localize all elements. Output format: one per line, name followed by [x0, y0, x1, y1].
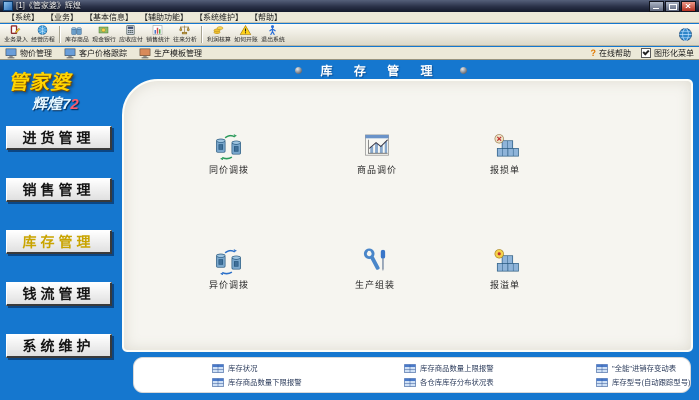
menu-bar: 【系统】 【业务】 【基本信息】 【辅助功能】 【系统维护】 【帮助】 [0, 12, 699, 23]
toolbar-right-area [678, 24, 697, 45]
toolbar-how-to-open-accounts[interactable]: 如何开账 [232, 24, 259, 45]
toolbar-business-entry[interactable]: 业务录入 [2, 24, 29, 45]
price-chart-icon [361, 133, 393, 160]
title-bar: [1]《管家婆》辉煌 [0, 0, 699, 12]
loss-boxes-icon [489, 133, 521, 160]
menu-system-maintenance[interactable]: 【系统维护】 [193, 12, 245, 23]
secondary-toolbar-right: ? 在线帮助 图形化菜单 [591, 48, 695, 59]
bar-chart-icon [151, 24, 164, 36]
toolbar-receivables-payables[interactable]: 应收应付 [117, 24, 144, 45]
maximize-button[interactable] [665, 1, 680, 12]
toolbar-contacts-analysis[interactable]: 往来分析 [171, 24, 198, 45]
monitor-icon [64, 48, 76, 59]
window-controls [649, 1, 696, 12]
brand-logo-version: 辉煌72 [32, 93, 79, 114]
sidebar-item-maintenance[interactable]: 系统维护 [6, 334, 112, 358]
transfer-barrels-icon [213, 248, 245, 275]
sidebar-item-cashflow[interactable]: 钱流管理 [6, 282, 112, 306]
page-title: 库 存 管 理 [320, 62, 441, 79]
monitor-icon [139, 48, 151, 59]
link-lower-limit-alarm[interactable]: 库存商品数量下限报警 [212, 377, 404, 388]
menu-production-assembly[interactable]: 生产组装 [327, 248, 423, 291]
toolbar-exit-system[interactable]: 退出系统 [259, 24, 286, 45]
app-window: [1]《管家婆》辉煌 【系统】 【业务】 【基本信息】 【辅助功能】 【系统维护… [0, 0, 699, 400]
coins-icon [212, 24, 225, 36]
link-inventory-model[interactable]: 库存型号(自动跟踪型号) [596, 377, 697, 388]
barrels-icon [70, 24, 83, 36]
checkbox-checked-icon[interactable] [641, 48, 651, 58]
globe-icon[interactable] [678, 27, 693, 42]
toolbar-separator [59, 26, 60, 43]
menu-system[interactable]: 【系统】 [5, 12, 41, 23]
link-allround-change-table[interactable]: "全能"进销存变动表 [596, 363, 697, 374]
monitor-icon [5, 48, 17, 59]
scales-icon [178, 24, 191, 36]
graphic-menu-toggle[interactable]: 图形化菜单 [641, 48, 694, 59]
menu-loss-report[interactable]: 报损单 [457, 133, 553, 176]
overflow-boxes-icon [489, 248, 521, 275]
menu-diff-price-transfer[interactable]: 异价调拨 [181, 248, 277, 291]
table-icon [596, 378, 608, 387]
link-inventory-status[interactable]: 库存状况 [212, 363, 404, 374]
main-area: 库 存 管 理 管家婆 辉煌72 进货管理 销售管理 库存管理 钱流管理 系统维… [0, 60, 699, 400]
brand-logo: 管家婆 [8, 66, 71, 95]
toolbar-customer-price-tracking[interactable]: 客户价格跟踪 [64, 48, 127, 59]
link-upper-limit-alarm[interactable]: 库存商品数量上限报警 [404, 363, 596, 374]
exit-person-icon [266, 24, 279, 36]
toolbar-cash-bank[interactable]: 现金银行 [90, 24, 117, 45]
minimize-button[interactable] [649, 1, 664, 12]
sidebar-item-purchase[interactable]: 进货管理 [6, 126, 112, 150]
menu-basic-info[interactable]: 【基本信息】 [83, 12, 135, 23]
app-icon [3, 1, 13, 11]
secondary-toolbar: 物价管理 客户价格跟踪 生产模板管理 ? 在线帮助 图形化菜单 [0, 47, 699, 60]
window-title: [1]《管家婆》辉煌 [16, 2, 81, 10]
sidebar-item-sales[interactable]: 销售管理 [6, 178, 112, 202]
toolbar-sales-statistics[interactable]: 销售统计 [144, 24, 171, 45]
tools-icon [359, 248, 391, 275]
link-warehouse-distribution[interactable]: 各仓库库存分布状况表 [404, 377, 596, 388]
menu-same-price-transfer[interactable]: 同价调拨 [181, 133, 277, 176]
section-header: 库 存 管 理 [286, 63, 476, 78]
toolbar-separator [201, 26, 202, 43]
globe-clock-icon [36, 24, 49, 36]
close-button[interactable] [681, 1, 696, 12]
toolbar-price-management[interactable]: 物价管理 [5, 48, 52, 59]
help-icon: ? [591, 48, 597, 58]
notebook-icon [9, 24, 22, 36]
table-icon [596, 364, 608, 373]
menu-overflow-report[interactable]: 报溢单 [457, 248, 553, 291]
table-icon [212, 364, 224, 373]
toolbar-production-template[interactable]: 生产模板管理 [139, 48, 202, 59]
table-icon [212, 378, 224, 387]
report-links-panel: 库存状况 库存商品数量上限报警 "全能"进销存变动表 库存商品数量下限报警 各仓… [133, 357, 691, 393]
menu-goods-price-adjust[interactable]: 商品调价 [329, 133, 425, 176]
bullet-icon [295, 67, 302, 74]
menu-aux-functions[interactable]: 【辅助功能】 [138, 12, 190, 23]
toolbar-business-history[interactable]: 经营历程 [29, 24, 56, 45]
money-icon [97, 24, 110, 36]
sidebar-item-inventory[interactable]: 库存管理 [6, 230, 112, 254]
content-panel: 同价调拨 商品调价 报损单 [122, 79, 693, 352]
main-toolbar: 业务录入 经营历程 库存商品 现金银行 应收应付 销售统计 往来分析 [0, 24, 699, 46]
bullet-icon [460, 67, 467, 74]
warning-icon [239, 24, 252, 36]
calculator-icon [124, 24, 137, 36]
toolbar-inventory-goods[interactable]: 库存商品 [63, 24, 90, 45]
online-help[interactable]: ? 在线帮助 [591, 48, 632, 59]
table-icon [404, 364, 416, 373]
transfer-barrels-icon [213, 133, 245, 160]
toolbar-profit-accounting[interactable]: 利润核算 [205, 24, 232, 45]
menu-business[interactable]: 【业务】 [44, 12, 80, 23]
table-icon [404, 378, 416, 387]
menu-help[interactable]: 【帮助】 [248, 12, 284, 23]
